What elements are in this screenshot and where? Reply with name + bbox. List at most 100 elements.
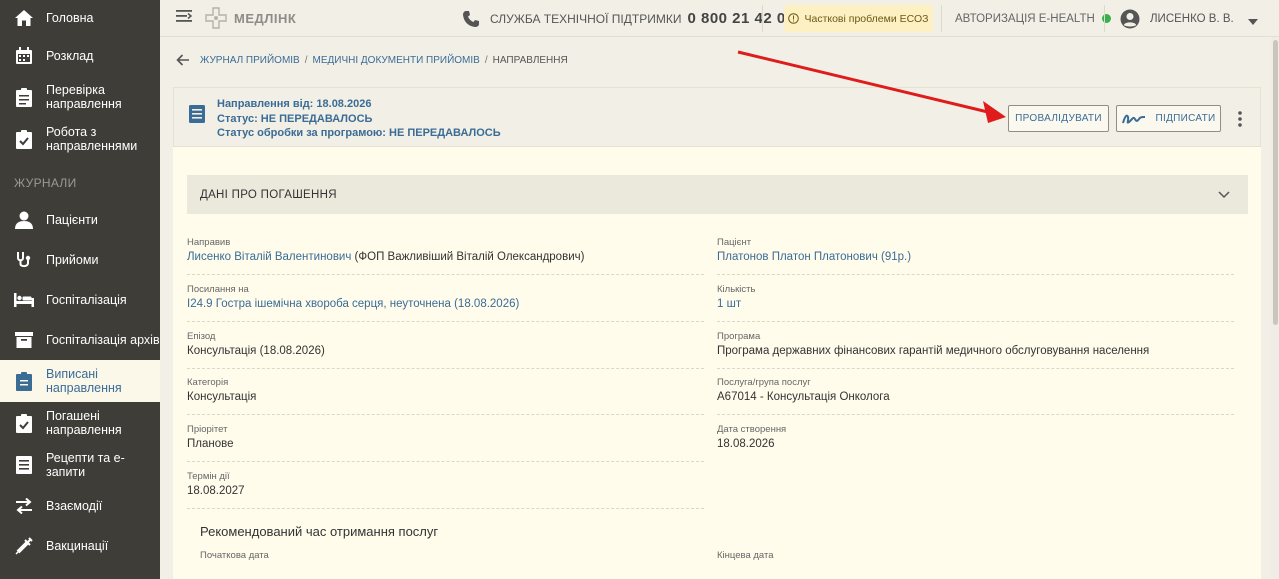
created-value: 18.08.2026 [717,438,775,450]
field-label: Програма [717,331,761,342]
clipboard-list-icon [14,371,34,391]
sidebar-item-schedule[interactable]: Розклад [0,36,160,76]
field-quantity: Кількість 1 шт [717,284,1234,322]
sidebar-item-redeemed-referrals[interactable]: Погашені направлення [0,402,160,444]
bed-icon [14,290,34,310]
referral-date: Направлення від: 18.08.2026 [217,98,372,110]
field-label: Посилання на [187,284,249,295]
sidebar-item-label: Вакцинації [46,539,109,553]
sidebar-item-home[interactable]: Головна [0,0,160,36]
sidebar-item-label: Головна [46,11,94,25]
warning-text: Часткові проблеми ЕСОЗ [804,12,929,25]
sidebar-item-patients[interactable]: Пацієнти [0,200,160,240]
sidebar-item-label: Розклад [46,49,94,63]
avatar-icon [1120,9,1140,29]
sidebar-item-issued-referrals[interactable]: Виписані направлення [0,360,160,402]
more-options-icon[interactable] [1237,110,1243,128]
home-icon [14,8,34,28]
support-info: СЛУЖБА ТЕХНІЧНОЇ ПІДТРИМКИ 0 800 21 42 0… [462,0,795,37]
field-reference: Посилання на I24.9 Гостра ішемічна хворо… [187,284,704,322]
sidebar-item-hospitalization-archive[interactable]: Госпіталізація архів [0,320,160,360]
priority-value: Планове [187,438,234,450]
sidebar-item-check-referral[interactable]: Перевірка направлення [0,76,160,118]
field-created: Дата створення 18.08.2026 [717,424,1234,462]
scrollbar-thumb[interactable] [1273,40,1278,325]
support-label: СЛУЖБА ТЕХНІЧНОЇ ПІДТРИМКИ [490,11,682,26]
sidebar-item-label: Рецепти та е-запити [46,451,125,479]
signature-icon [1121,112,1146,126]
sidebar-item-work-referrals[interactable]: Робота з направленнями [0,118,160,160]
logo-text: МЕДЛІНК [234,10,297,26]
user-menu[interactable]: ЛИСЕНКО В. В. [1120,0,1258,37]
sidebar-item-label: Пацієнти [46,213,98,227]
sign-button[interactable]: ПІДПИСАТИ [1116,105,1221,132]
field-label: Епізод [187,331,216,342]
user-name: ЛИСЕНКО В. В. [1150,12,1234,25]
sign-button-label: ПІДПИСАТИ [1155,113,1216,124]
logo-icon [204,6,228,30]
validity-value: 18.08.2027 [187,485,245,497]
ehealth-status[interactable]: АВТОРИЗАЦІЯ E-HEALTH [955,0,1111,37]
field-label: Направив [187,237,231,248]
patient-link[interactable]: Платонов Платон Платонович (91р.) [717,251,911,263]
field-patient: Пацієнт Платонов Платон Платонович (91р.… [717,237,1234,275]
eсоz-warning-badge[interactable]: Часткові проблеми ЕСОЗ [784,5,933,32]
calendar-icon [14,46,34,66]
sidebar-item-label: Госпіталізація архів [46,333,160,347]
sidebar-item-appointments[interactable]: Прийоми [0,240,160,280]
divider [941,5,942,32]
sidebar-item-hospitalization[interactable]: Госпіталізація [0,280,160,320]
sidebar-section-label: ЖУРНАЛИ [14,176,77,190]
phone-icon [462,10,480,28]
sidebar-item-label: Взаємодії [46,499,103,513]
top-bar: МЕДЛІНК СЛУЖБА ТЕХНІЧНОЇ ПІДТРИМКИ 0 800… [160,0,1279,37]
clipboard-icon [14,87,34,107]
menu-collapse-icon[interactable] [176,9,193,27]
sidebar-item-label: Перевірка направлення [46,83,122,111]
back-arrow-icon[interactable] [176,53,190,67]
referrer-link[interactable]: Лисенко Віталій Валентинович [187,251,351,263]
clipboard-check-icon [14,413,34,433]
field-episode: Епізод Консультація (18.08.2026) [187,331,704,369]
referrer-organization: (ФОП Важливіший Віталій Олександрович) [351,251,585,263]
sidebar-item-vaccinations[interactable]: Вакцинації [0,526,160,566]
sidebar-item-label: Погашені направлення [46,409,122,437]
referral-card: Направлення від: 18.08.2026 Статус: НЕ П… [173,87,1261,579]
end-date-label: Кінцева дата [717,550,774,561]
redemption-section-toggle[interactable]: ДАНІ ПРО ПОГАШЕННЯ [187,175,1248,214]
field-validity: Термін дії 18.08.2027 [187,471,704,509]
referral-header: Направлення від: 18.08.2026 Статус: НЕ П… [173,87,1261,147]
field-service: Послуга/група послуг A67014 - Консультац… [717,377,1234,415]
sidebar-item-interactions[interactable]: Взаємодії [0,486,160,526]
breadcrumb-link[interactable]: МЕДИЧНІ ДОКУМЕНТИ ПРИЙОМІВ [313,55,480,66]
field-label: Кількість [717,284,756,295]
support-phone[interactable]: 0 800 21 42 00 [687,10,794,27]
field-referrer: Направив Лисенко Віталій Валентинович (Ф… [187,237,704,275]
swap-icon [14,496,34,516]
start-date-label: Початкова дата [200,550,269,561]
referral-status-block: Направлення від: 18.08.2026 Статус: НЕ П… [217,97,501,141]
breadcrumb-current: НАПРАВЛЕННЯ [492,54,568,66]
episode-value: Консультація (18.08.2026) [187,345,325,357]
syringe-icon [14,536,34,556]
field-label: Пріорітет [187,424,228,435]
section-title: ДАНІ ПРО ПОГАШЕННЯ [200,188,337,201]
document-icon [189,105,205,123]
sidebar-item-prescriptions[interactable]: Рецепти та е-запити [0,444,160,486]
sidebar: Головна Розклад Перевірка направлення Ро… [0,0,160,579]
field-label: Термін дії [187,471,230,482]
breadcrumb-separator: / [484,54,488,66]
field-label: Пацієнт [717,237,752,248]
field-priority: Пріорітет Планове [187,424,704,462]
diagnosis-link[interactable]: I24.9 Гостра ішемічна хвороба серця, неу… [187,298,519,310]
breadcrumb-link[interactable]: ЖУРНАЛ ПРИЙОМІВ [200,55,300,66]
clipboard-check-icon [14,129,34,149]
divider [762,5,763,32]
field-label: Дата створення [717,424,787,435]
divider [1104,5,1105,32]
stethoscope-icon [14,250,34,270]
field-label: Послуга/група послуг [717,377,811,388]
validate-button[interactable]: ПРОВАЛІДУВАТИ [1008,105,1109,132]
category-value: Консультація [187,391,257,403]
field-program: Програма Програма державних фінансових г… [717,331,1234,369]
